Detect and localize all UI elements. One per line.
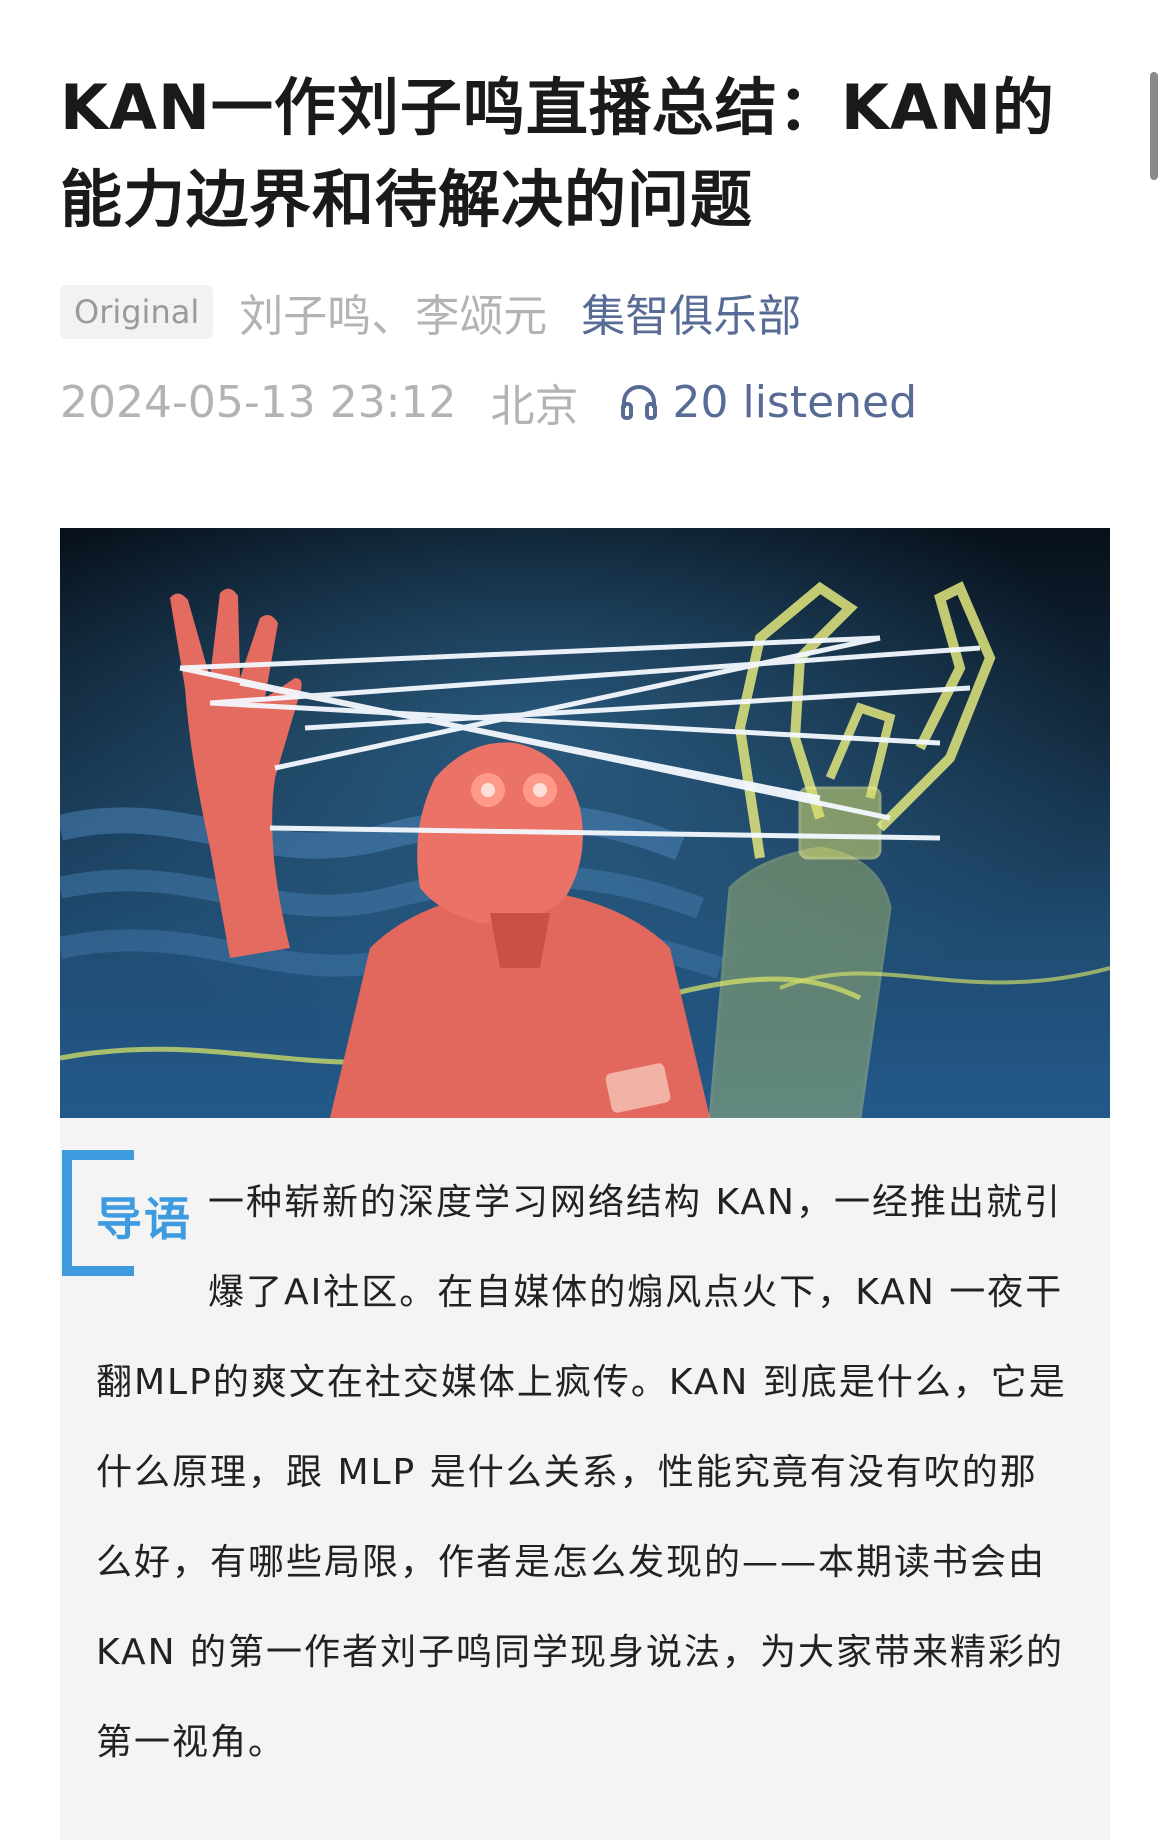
original-badge: Original — [60, 285, 214, 339]
publish-location: 北京 — [490, 381, 579, 432]
article-title: KAN一作刘子鸣直播总结：KAN的能力边界和待解决的问题 — [60, 71, 1055, 236]
article-meta: Original 刘子鸣、李颂元 集智俱乐部 — [60, 282, 801, 342]
listened-count: 20 listened — [672, 376, 918, 428]
account-name-link[interactable]: 集智俱乐部 — [581, 280, 801, 344]
authors: 刘子鸣、李颂元 — [239, 291, 548, 342]
scrollbar[interactable] — [1150, 72, 1158, 180]
article-info: 2024-05-13 23:12 北京 20 listened — [60, 372, 918, 433]
publish-date: 2024-05-13 23:12 — [60, 376, 457, 428]
headphones-icon — [620, 385, 657, 420]
cover-illustration — [60, 528, 1110, 1118]
intro-text: 一种崭新的深度学习网络结构 KAN，一经推出就引爆了AI社区。在自媒体的煽风点火… — [96, 1182, 1067, 1763]
listen-button[interactable]: 20 listened — [619, 376, 918, 428]
intro-paragraph: 一种崭新的深度学习网络结构 KAN，一经推出就引爆了AI社区。在自媒体的煽风点火… — [96, 1158, 1070, 1788]
